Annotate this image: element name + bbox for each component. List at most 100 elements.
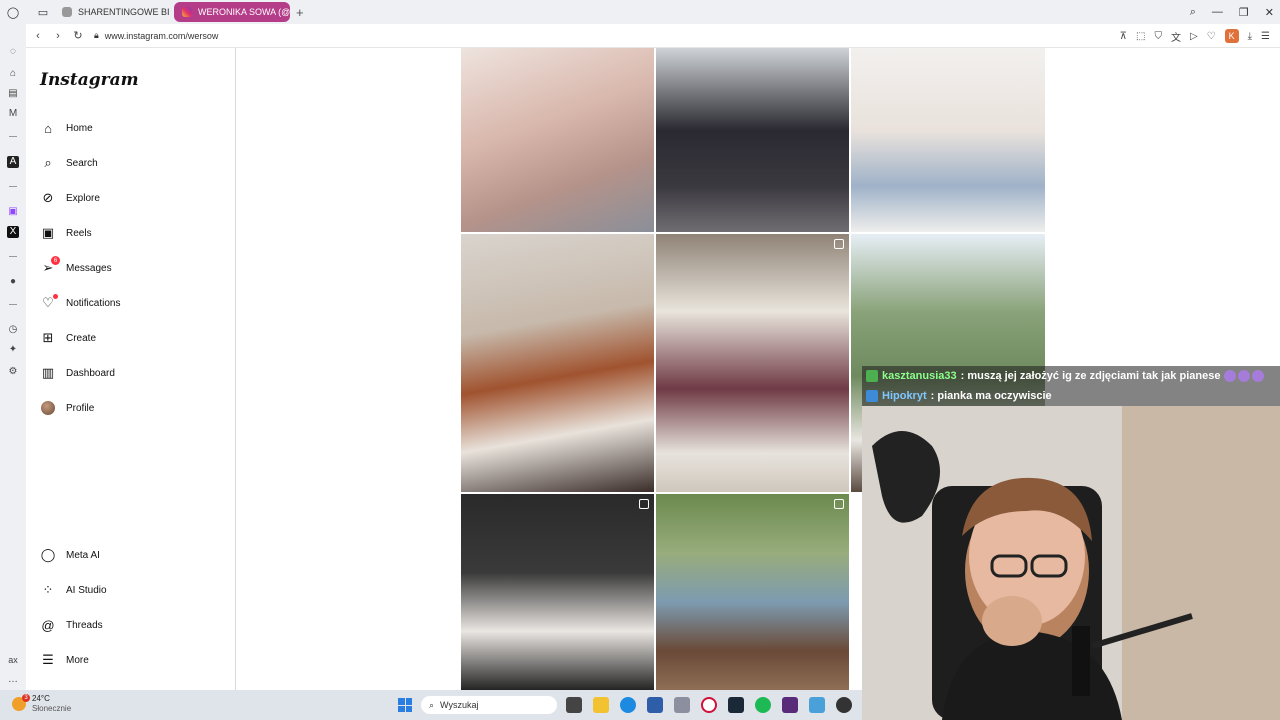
browser-sidebar: ◌ ⌂ ▤ M A ▣ X ● ◷ ✦ ⚙ ax …	[0, 24, 26, 690]
shield-icon[interactable]: ⛉	[1154, 31, 1162, 42]
restore-icon[interactable]: ❐	[1239, 6, 1249, 19]
post-thumbnail[interactable]	[851, 48, 1045, 232]
aria-icon[interactable]: ◌	[7, 46, 19, 58]
sidebar-divider	[9, 304, 17, 305]
taskbar-search[interactable]: ⌕ Wyszukaj	[421, 696, 557, 714]
steam-icon[interactable]	[728, 697, 744, 713]
shopping-icon[interactable]: ⌂	[7, 68, 19, 80]
pin-icon[interactable]: ⊼	[1120, 31, 1127, 42]
carousel-indicator-icon	[639, 499, 649, 509]
play-icon[interactable]: ▷	[1190, 31, 1198, 42]
compass-icon: ⊘	[42, 190, 54, 205]
chat-username: Hipokryt	[882, 390, 927, 402]
tab-weronika-sowa[interactable]: WERONIKA SOWA (@wersow)	[174, 2, 290, 22]
chart-icon: ▥	[41, 365, 55, 380]
obs-icon[interactable]	[836, 697, 852, 713]
ai-icon[interactable]: ax	[7, 654, 19, 666]
heart-outline-icon[interactable]: ♡	[1207, 31, 1216, 42]
opera-logo-icon[interactable]: ◯	[6, 5, 20, 19]
tab-label: WERONIKA SOWA (@wersow)	[198, 7, 290, 17]
app-a-icon[interactable]: A	[7, 156, 19, 168]
store-icon[interactable]	[647, 697, 663, 713]
avatar-icon	[40, 400, 56, 416]
tab-label: SHARENTINGOWE BINGO	[78, 7, 170, 17]
nav-create[interactable]: ⊞ Create	[40, 328, 96, 348]
weather-widget[interactable]: 3 24°C Słonecznie	[12, 694, 71, 714]
post-thumbnail[interactable]	[461, 494, 654, 690]
menu-icon[interactable]: ☰	[1261, 31, 1270, 42]
windows-taskbar: 3 24°C Słonecznie ⌕ Wyszukaj	[0, 690, 862, 720]
nav-meta-ai[interactable]: ◯ Meta AI	[40, 545, 100, 565]
nav-messages[interactable]: ➢ 6 Messages	[40, 256, 112, 278]
more-dots-icon[interactable]: …	[7, 674, 19, 686]
wallet-icon[interactable]: ▤	[7, 88, 19, 100]
chat-username: kasztanusia33	[882, 370, 957, 382]
plus-square-icon: ⊞	[42, 330, 54, 345]
network-icon[interactable]	[674, 697, 690, 713]
nav-label: Reels	[66, 227, 92, 239]
sidebar-divider	[9, 256, 17, 257]
nav-ai-studio[interactable]: ⁘ AI Studio	[40, 580, 107, 600]
nav-profile[interactable]: Profile	[40, 398, 94, 418]
settings-gear-icon[interactable]: ⚙	[7, 366, 19, 378]
post-thumbnail[interactable]	[461, 234, 654, 492]
mail-icon[interactable]: M	[7, 108, 19, 120]
spotify-icon[interactable]: ●	[7, 276, 19, 288]
chat-badge-icon	[866, 370, 878, 382]
nav-label: AI Studio	[66, 584, 107, 596]
sidebar-divider	[9, 186, 17, 187]
window-controls: ⌕ — ❐ ✕	[1190, 0, 1274, 24]
edge-icon[interactable]	[620, 697, 636, 713]
kick-icon[interactable]	[782, 697, 798, 713]
nav-reels[interactable]: ▣ Reels	[40, 223, 92, 243]
download-icon[interactable]: ⤓	[1248, 31, 1252, 42]
profile-avatar[interactable]: K	[1224, 29, 1239, 43]
snapshot-icon[interactable]: ⬚	[1136, 31, 1145, 42]
nav-search[interactable]: ⌕ Search	[40, 153, 97, 173]
new-tab-icon[interactable]: +	[296, 5, 304, 20]
nav-home[interactable]: ⌂ Home	[40, 118, 93, 138]
spotify-icon[interactable]	[755, 697, 771, 713]
webcam-feed	[862, 406, 1280, 720]
nav-explore[interactable]: ⊘ Explore	[40, 188, 100, 208]
forward-icon[interactable]: ›	[50, 30, 66, 42]
post-thumbnail[interactable]	[656, 234, 849, 492]
x-icon[interactable]: X	[7, 226, 19, 238]
translate-icon[interactable]: 文	[1171, 29, 1181, 44]
extensions-icon[interactable]: ✦	[7, 344, 19, 356]
sidebar-divider	[9, 136, 17, 137]
nav-dashboard[interactable]: ▥ Dashboard	[40, 363, 115, 383]
opera-icon[interactable]	[701, 697, 717, 713]
windows-start-icon[interactable]	[398, 698, 412, 712]
back-icon[interactable]: ‹	[30, 30, 46, 42]
minimize-icon[interactable]: —	[1212, 6, 1223, 18]
chat-message: Hipokryt : pianka ma oczywiscie	[866, 387, 1052, 405]
weather-temperature: 24°C	[32, 694, 50, 703]
post-thumbnail[interactable]	[656, 494, 849, 690]
threads-icon: @	[41, 617, 55, 633]
file-explorer-icon[interactable]	[593, 697, 609, 713]
tab-sharentingowe-bingo[interactable]: SHARENTINGOWE BINGO	[54, 2, 170, 22]
reload-icon[interactable]: ↻	[70, 29, 86, 42]
nav-label: Meta AI	[66, 549, 100, 561]
post-thumbnail[interactable]	[461, 48, 654, 232]
task-view-icon[interactable]	[566, 697, 582, 713]
address-bar: ‹ › ↻ 🔒︎ www.instagram.com/wersow ⊼ ⬚ ⛉ …	[26, 24, 1280, 48]
tab-menu-icon[interactable]: ▭	[36, 5, 50, 19]
notepad-icon[interactable]	[809, 697, 825, 713]
twitch-icon[interactable]: ▣	[7, 206, 19, 218]
nav-threads[interactable]: @ Threads	[40, 615, 102, 635]
nav-more[interactable]: ☰ More	[40, 650, 89, 670]
nav-label: More	[66, 654, 89, 666]
chat-text: : pianka ma oczywiscie	[930, 390, 1052, 402]
post-thumbnail[interactable]	[656, 48, 849, 232]
close-icon[interactable]: ✕	[1265, 6, 1274, 19]
instagram-logo[interactable]: Instagram	[40, 70, 139, 90]
url-field[interactable]: 🔒︎ www.instagram.com/wersow	[94, 30, 218, 41]
taskbar-apps	[566, 697, 852, 713]
history-icon[interactable]: ◷	[7, 324, 19, 336]
search-tabs-icon[interactable]: ⌕	[1190, 6, 1196, 19]
nav-notifications[interactable]: ♡ Notifications	[40, 293, 120, 313]
screen: ◯ ▭ SHARENTINGOWE BINGO WERONIKA SOWA (@…	[0, 0, 1280, 720]
browser-tab-bar: ◯ ▭ SHARENTINGOWE BINGO WERONIKA SOWA (@…	[0, 0, 1280, 24]
